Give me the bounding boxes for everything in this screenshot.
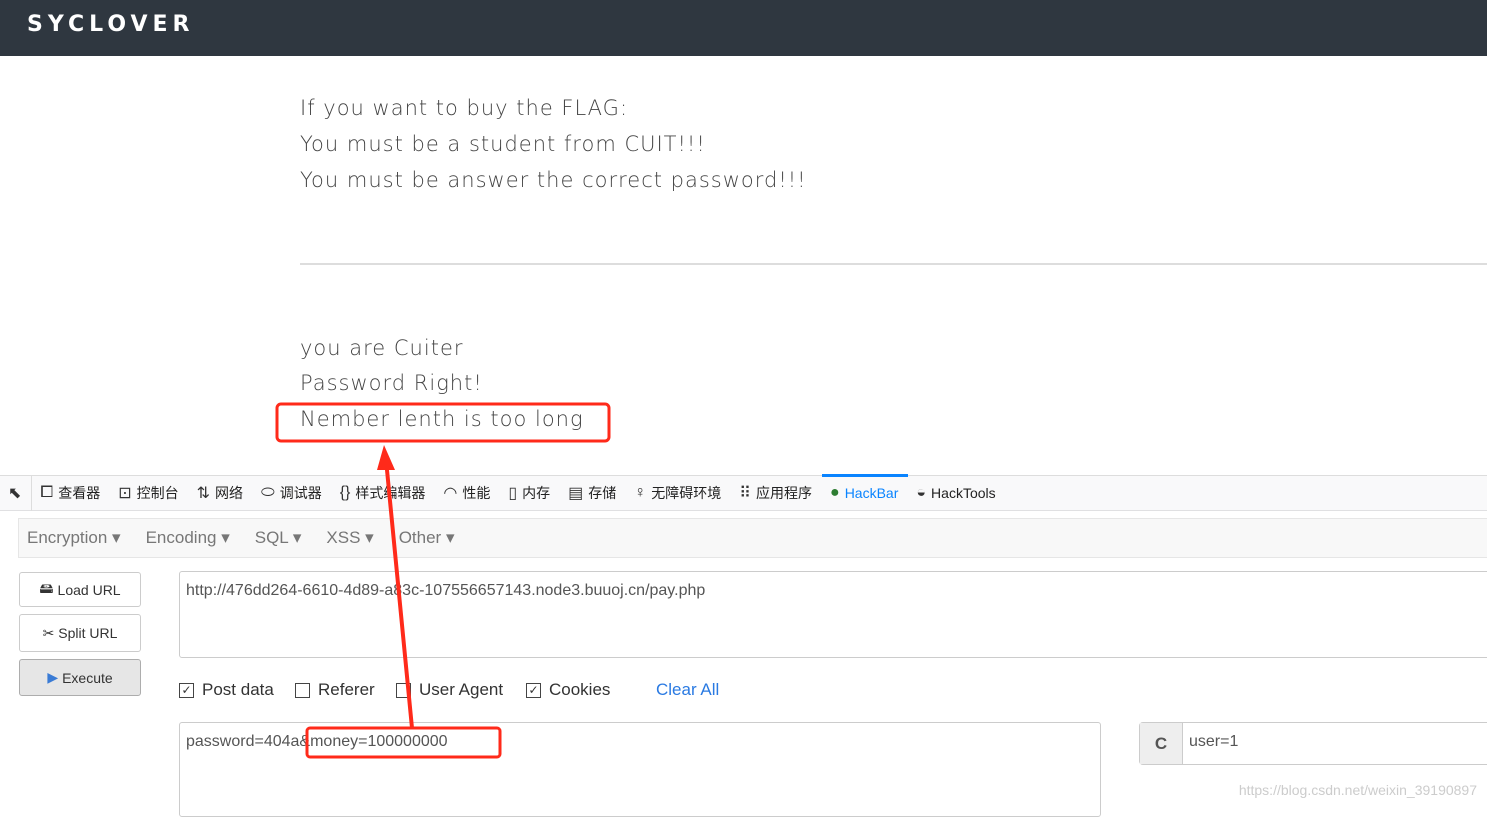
annotation-box-money (305, 726, 502, 759)
annotation-arrow (377, 445, 414, 728)
annotation-overlay (275, 402, 611, 759)
annotation-box-message (275, 402, 611, 443)
